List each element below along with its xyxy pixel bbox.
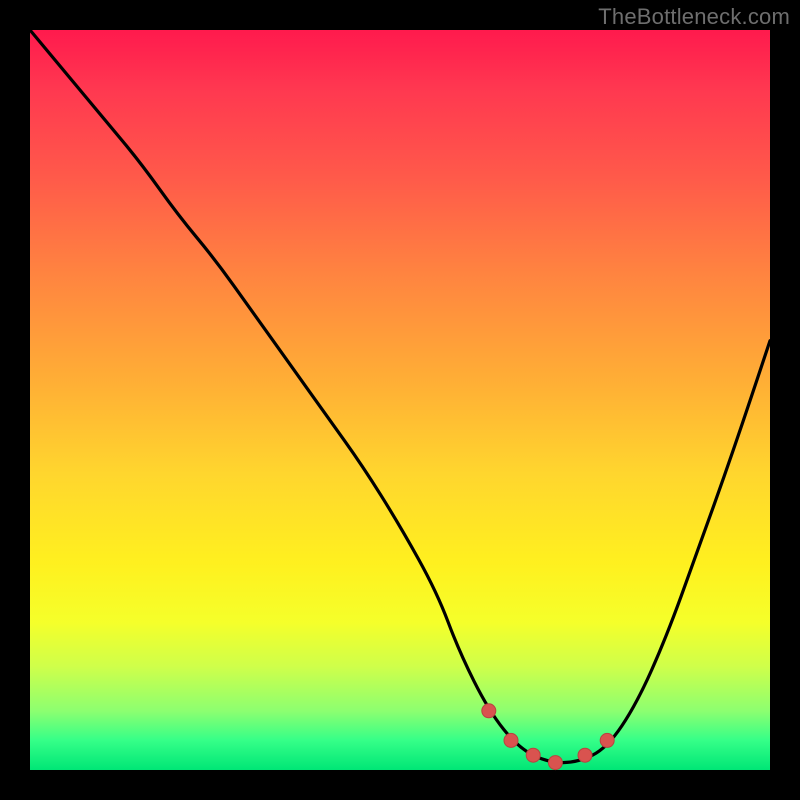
marker-point	[578, 748, 592, 762]
bottleneck-curve	[30, 30, 770, 763]
marker-point	[504, 733, 518, 747]
marker-point	[526, 748, 540, 762]
marker-point	[600, 733, 614, 747]
watermark-text: TheBottleneck.com	[598, 4, 790, 30]
plot-area	[30, 30, 770, 770]
chart-frame: TheBottleneck.com	[0, 0, 800, 800]
marker-point	[548, 756, 562, 770]
marker-point	[482, 704, 496, 718]
chart-svg	[30, 30, 770, 770]
